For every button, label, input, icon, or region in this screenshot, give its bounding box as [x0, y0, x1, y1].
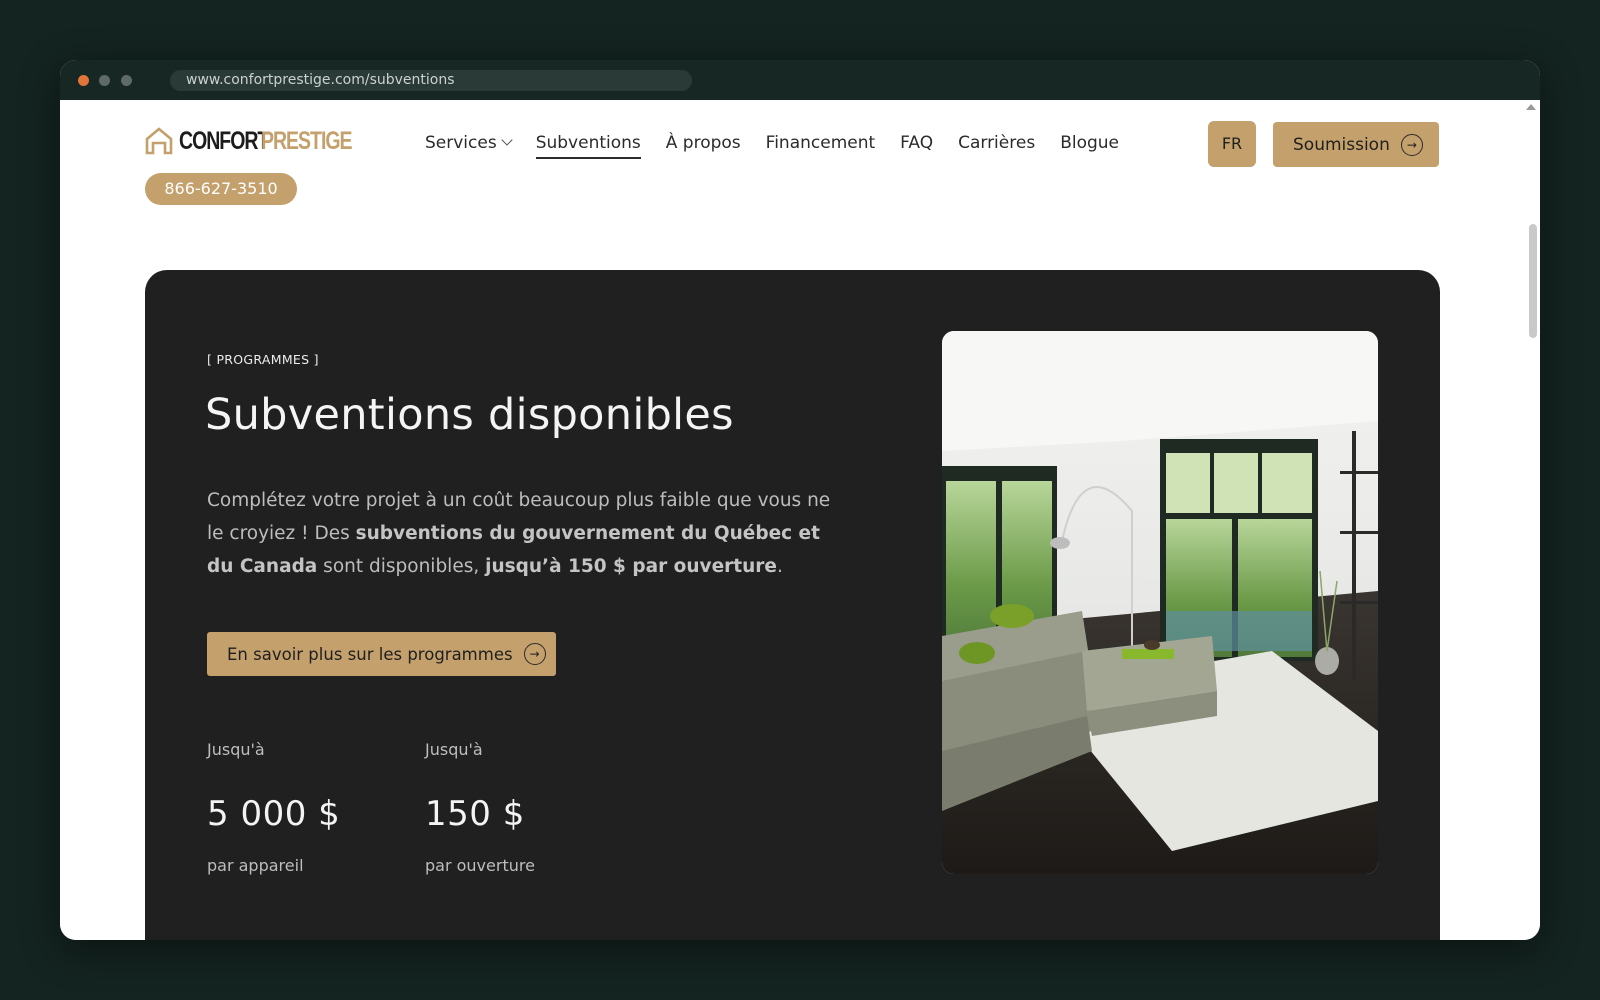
- hero-description: Complétez votre projet à un coût beaucou…: [207, 484, 847, 583]
- cta-label: En savoir plus sur les programmes: [227, 644, 513, 664]
- stat-label: Jusqu'à: [207, 740, 265, 759]
- address-bar[interactable]: www.confortprestige.com/subventions: [170, 70, 692, 91]
- desc-bold-amount: jusqu’à 150 $ par ouverture: [485, 556, 777, 577]
- nav-item-faq[interactable]: FAQ: [900, 133, 933, 153]
- site-logo[interactable]: CONFORT PRESTIGE: [145, 126, 377, 156]
- browser-window: www.confortprestige.com/subventions CONF…: [60, 60, 1540, 940]
- living-room-image: [942, 331, 1378, 874]
- arrow-right-circle-icon: →: [1400, 133, 1423, 156]
- nav-item-carrieres[interactable]: Carrières: [958, 133, 1035, 153]
- section-eyebrow: [ PROGRAMMES ]: [207, 352, 319, 367]
- minimize-window-button[interactable]: [99, 75, 110, 86]
- stat-per-appliance: Jusqu'à 5 000 $ par appareil: [207, 740, 340, 875]
- main-nav: Services Subventions À propos Financemen…: [425, 133, 1144, 159]
- scroll-up-arrow-icon[interactable]: [1526, 104, 1536, 110]
- arrow-right-circle-icon: →: [523, 643, 546, 665]
- maximize-window-button[interactable]: [121, 75, 132, 86]
- browser-titlebar: www.confortprestige.com/subventions: [60, 60, 1540, 100]
- close-window-button[interactable]: [78, 75, 89, 86]
- subsidies-hero-section: [ PROGRAMMES ] Subventions disponibles C…: [145, 270, 1440, 940]
- house-outline-icon: [145, 127, 173, 155]
- learn-more-programs-button[interactable]: En savoir plus sur les programmes →: [207, 632, 556, 676]
- quote-request-button[interactable]: Soumission →: [1273, 122, 1439, 167]
- language-toggle-button[interactable]: FR: [1208, 121, 1256, 167]
- desc-text-3: .: [776, 556, 783, 577]
- nav-item-subventions[interactable]: Subventions: [535, 133, 641, 159]
- living-room-photo: [942, 331, 1378, 874]
- quote-button-label: Soumission: [1293, 134, 1390, 155]
- page-title: Subventions disponibles: [205, 390, 734, 440]
- stat-label: Jusqu'à: [425, 740, 483, 759]
- stat-value: 5 000 $: [207, 794, 341, 834]
- nav-item-services[interactable]: Services: [425, 133, 513, 153]
- stat-unit: par appareil: [207, 856, 304, 875]
- scrollbar-thumb[interactable]: [1529, 224, 1537, 338]
- stat-per-opening: Jusqu'à 150 $ par ouverture: [425, 740, 535, 875]
- stat-value: 150 $: [425, 794, 525, 834]
- logo-word-prestige: PRESTIGE: [261, 126, 353, 155]
- nav-item-blogue[interactable]: Blogue: [1060, 133, 1119, 153]
- phone-number-button[interactable]: 866-627-3510: [145, 173, 297, 205]
- nav-item-financement[interactable]: Financement: [766, 133, 876, 153]
- nav-item-apropos[interactable]: À propos: [666, 133, 741, 153]
- stat-unit: par ouverture: [425, 856, 535, 875]
- webpage: CONFORT PRESTIGE 866-627-3510 Services S…: [60, 100, 1540, 940]
- nav-item-services-label: Services: [425, 133, 497, 153]
- chevron-down-icon: [501, 134, 513, 146]
- logo-word-confort: CONFORT: [179, 126, 269, 155]
- desc-text-2: sont disponibles,: [317, 556, 486, 577]
